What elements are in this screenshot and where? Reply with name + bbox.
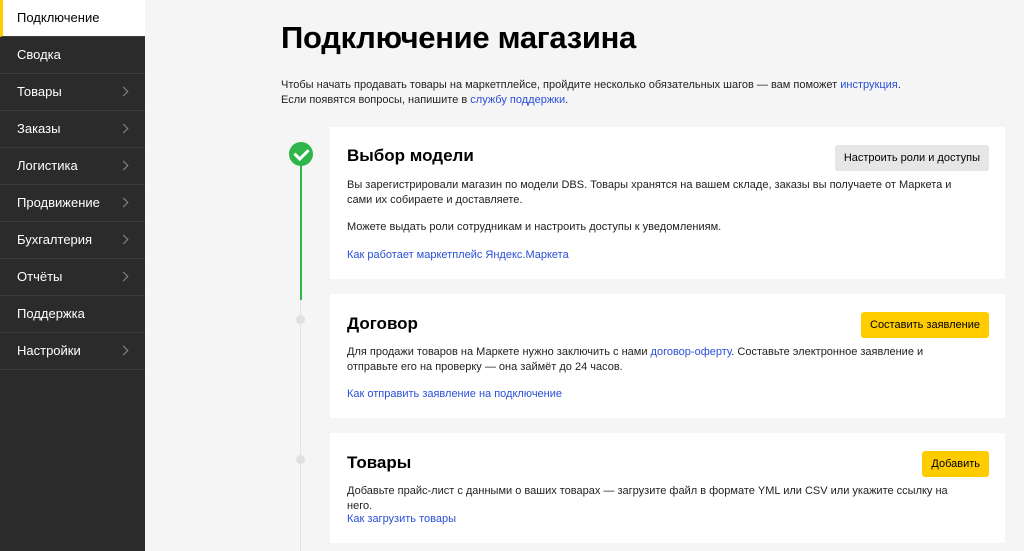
sidebar-item-label: Заказы xyxy=(17,121,61,136)
offer-contract-link[interactable]: договор-оферту xyxy=(651,346,732,358)
intro-text-part: Чтобы начать продавать товары на маркетп… xyxy=(281,79,841,91)
chevron-right-icon xyxy=(118,345,129,356)
sidebar-item-label: Отчёты xyxy=(17,269,63,284)
sidebar-item-logistics[interactable]: Логистика xyxy=(0,148,145,185)
chevron-right-icon xyxy=(118,197,129,208)
sidebar-item-label: Подключение xyxy=(17,10,100,25)
instruction-link[interactable]: инструкция xyxy=(840,79,897,91)
support-link[interactable]: службу поддержки xyxy=(470,94,565,106)
sidebar-item-reports[interactable]: Отчёты xyxy=(0,259,145,296)
sidebar-item-orders[interactable]: Заказы xyxy=(0,111,145,148)
checkmark-icon xyxy=(289,142,313,166)
step-title: Договор xyxy=(347,314,418,333)
how-to-send-application-link[interactable]: Как отправить заявление на подключение xyxy=(347,388,562,400)
add-goods-button[interactable]: Добавить xyxy=(922,451,989,477)
main-content: Подключение магазина Чтобы начать продав… xyxy=(145,0,1024,551)
sidebar-item-label: Настройки xyxy=(17,343,81,358)
chevron-right-icon xyxy=(118,234,129,245)
sidebar-item-label: Продвижение xyxy=(17,195,100,210)
step-description: Вы зарегистрировали магазин по модели DB… xyxy=(347,179,952,206)
step-pending-dot xyxy=(296,315,305,324)
sidebar-item-accounting[interactable]: Бухгалтерия xyxy=(0,222,145,259)
chevron-right-icon xyxy=(118,271,129,282)
step-pending-dot xyxy=(296,455,305,464)
step-card-model: Выбор модели Настроить роли и доступы Вы… xyxy=(330,127,1005,279)
sidebar-item-label: Товары xyxy=(17,84,62,99)
intro-text-part: Если появятся вопросы, напишите в xyxy=(281,94,471,106)
step-description: Для продажи товаров на Маркете нужно зак… xyxy=(347,345,967,375)
intro-text: Чтобы начать продавать товары на маркетп… xyxy=(281,78,901,108)
sidebar-item-summary[interactable]: Сводка xyxy=(0,37,145,74)
sidebar-item-label: Сводка xyxy=(17,47,61,62)
sidebar-item-label: Бухгалтерия xyxy=(17,232,93,247)
step-description-part: Для продажи товаров на Маркете нужно зак… xyxy=(347,346,651,358)
step-card-goods: Товары Добавить Добавьте прайс-лист с да… xyxy=(330,433,1005,543)
timeline-progress xyxy=(300,155,302,300)
intro-text-part: . xyxy=(897,79,901,91)
sidebar-item-support[interactable]: Поддержка xyxy=(0,296,145,333)
step-title: Выбор модели xyxy=(347,146,474,165)
sidebar-item-label: Логистика xyxy=(17,158,78,173)
sidebar-item-promotion[interactable]: Продвижение xyxy=(0,185,145,222)
sidebar: Подключение Сводка Товары Заказы Логисти… xyxy=(0,0,145,551)
how-marketplace-works-link[interactable]: Как работает маркетплейс Яндекс.Маркета xyxy=(347,249,569,261)
configure-roles-button[interactable]: Настроить роли и доступы xyxy=(834,145,989,171)
create-application-button[interactable]: Составить заявление xyxy=(861,312,989,338)
sidebar-item-label: Поддержка xyxy=(17,306,85,321)
step-title: Товары xyxy=(347,453,412,472)
step-description: Добавьте прайс-лист с данными о ваших то… xyxy=(347,485,948,512)
chevron-right-icon xyxy=(118,86,129,97)
sidebar-item-goods[interactable]: Товары xyxy=(0,74,145,111)
how-to-upload-goods-link[interactable]: Как загрузить товары xyxy=(347,513,456,525)
step-description: Можете выдать роли сотрудникам и настрои… xyxy=(347,221,722,233)
chevron-right-icon xyxy=(118,160,129,171)
sidebar-item-settings[interactable]: Настройки xyxy=(0,333,145,370)
page-title: Подключение магазина xyxy=(281,20,636,55)
chevron-right-icon xyxy=(118,123,129,134)
step-card-contract: Договор Составить заявление Для продажи … xyxy=(330,294,1005,418)
intro-text-part: . xyxy=(565,94,569,106)
sidebar-item-connection[interactable]: Подключение xyxy=(0,0,145,37)
